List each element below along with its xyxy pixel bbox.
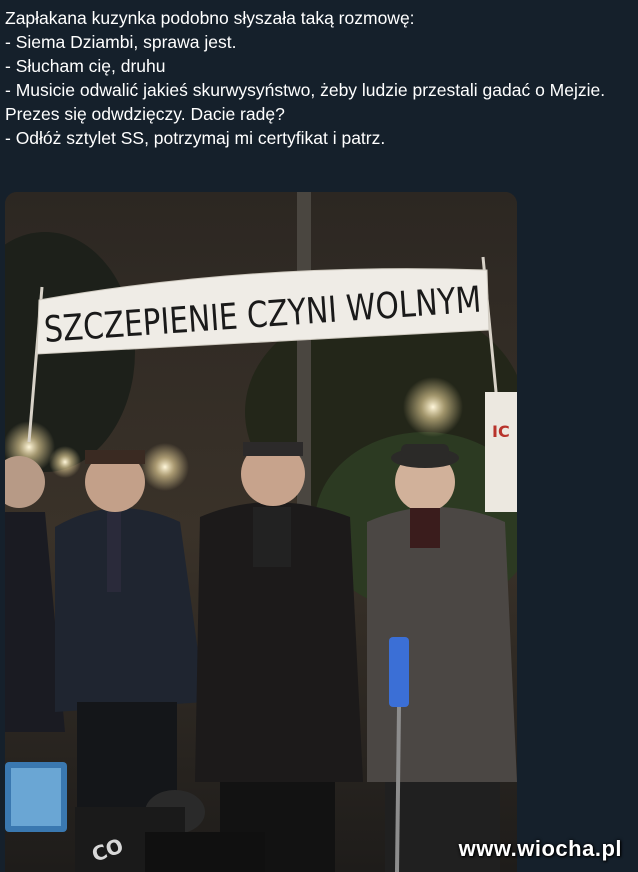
watermark: www.wiocha.pl (458, 836, 622, 861)
post-image[interactable]: SZCZEPIENIE CZYNI WOLNYM IC CO (5, 192, 517, 872)
post-line-4: - Musicie odwalić jakieś skurwysyństwo, … (5, 80, 606, 124)
post-line-5: - Odłóż sztylet SS, potrzymaj mi certyfi… (5, 128, 386, 148)
post-line-3: - Słucham cię, druhu (5, 56, 166, 76)
post-line-1: Zapłakana kuzynka podobno słyszała taką … (5, 8, 415, 28)
protest-photo: SZCZEPIENIE CZYNI WOLNYM IC CO (5, 192, 517, 872)
post-text: Zapłakana kuzynka podobno słyszała taką … (5, 6, 630, 150)
sign-text: IC (492, 422, 510, 441)
post-line-2: - Siema Dziambi, sprawa jest. (5, 32, 237, 52)
